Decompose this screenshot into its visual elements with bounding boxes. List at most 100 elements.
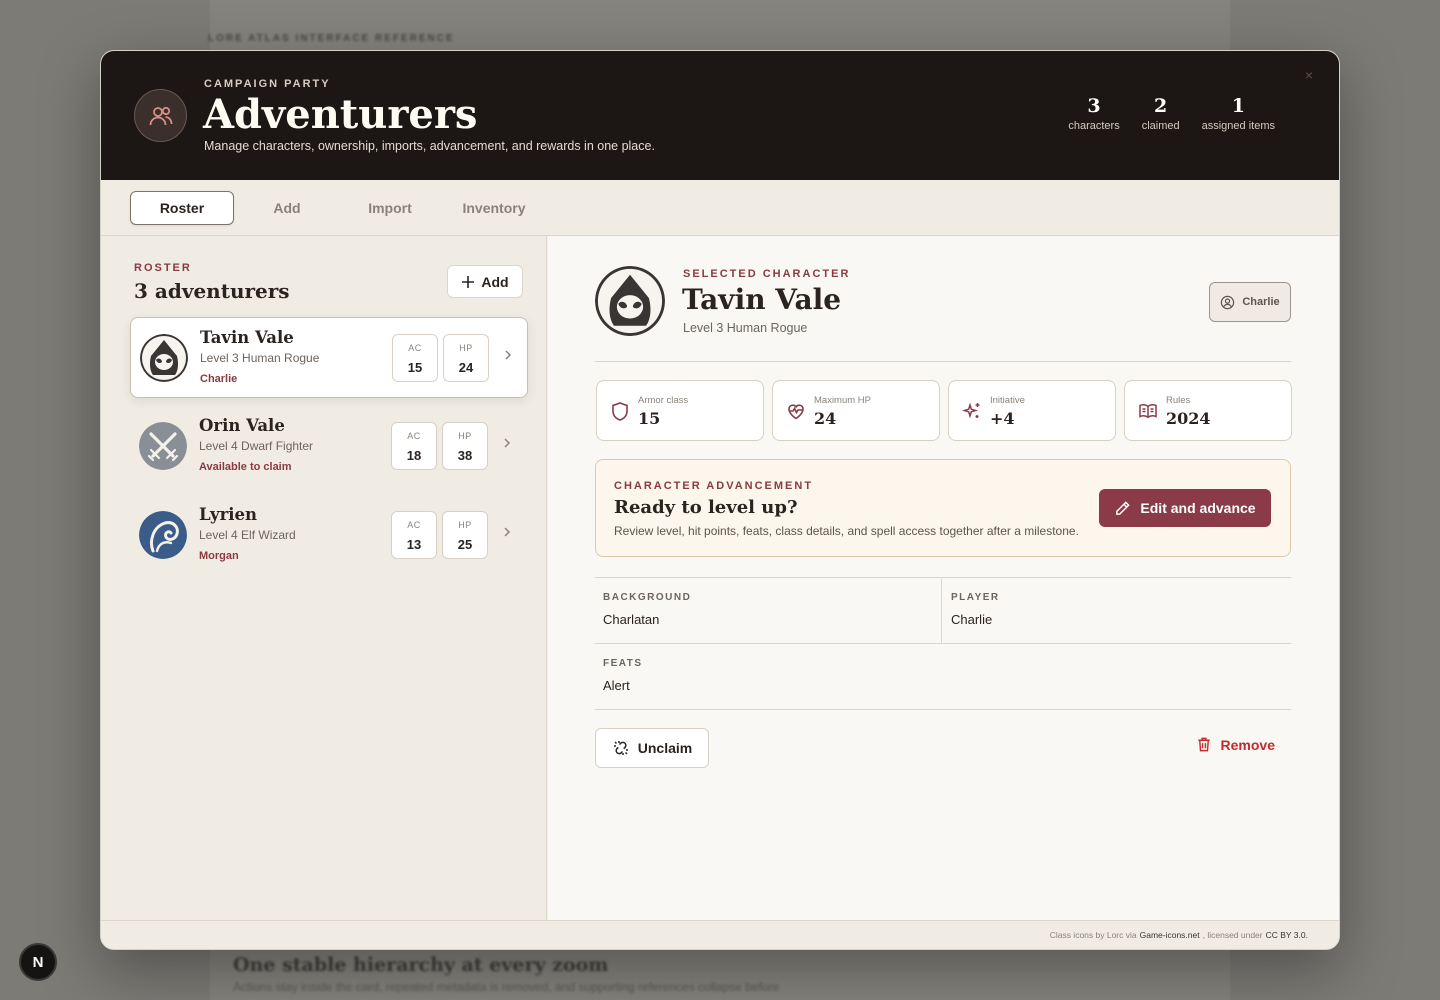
edit-and-advance-button[interactable]: Edit and advance (1099, 489, 1271, 527)
sparkles-icon (961, 402, 980, 419)
roster-row-lyrien[interactable]: Lyrien Level 4 Elf Wizard Morgan AC 13 H… (130, 495, 528, 576)
header-subtitle: Manage characters, ownership, imports, a… (204, 139, 655, 153)
character-owner: Charlie (200, 373, 238, 385)
broken-link-icon (613, 741, 628, 755)
mini-stat-value: 15 (407, 360, 423, 375)
mini-stat-label: AC (408, 343, 422, 353)
fields-middle-divider (595, 643, 1291, 644)
character-description: Level 3 Human Rogue (200, 351, 320, 365)
mini-stat-hp: HP 24 (443, 334, 489, 382)
selected-eyebrow: SELECTED CHARACTER (683, 268, 851, 280)
roster-row-orin-vale[interactable]: Orin Vale Level 4 Dwarf Fighter Availabl… (130, 406, 528, 487)
mini-stat-hp: HP 25 (442, 511, 488, 559)
hooded-rogue-icon (140, 334, 188, 382)
roster-pane: ROSTER 3 adventurers Add Tavin Vale Leve… (101, 236, 547, 920)
mini-stat-ac: AC 18 (391, 422, 437, 470)
footer-site-link[interactable]: Game-icons.net (1140, 930, 1200, 940)
mini-stat-value: 38 (457, 448, 473, 463)
book-icon (1139, 404, 1157, 419)
roster-count: 3 adventurers (134, 279, 290, 303)
field-value: Alert (603, 678, 630, 693)
tab-bar: Roster Add Import Inventory (101, 180, 1339, 236)
character-owner: Available to claim (199, 461, 292, 473)
party-icon (134, 89, 187, 142)
mini-stat-ac: AC 13 (391, 511, 437, 559)
hooded-rogue-icon (595, 266, 665, 336)
field-background: BACKGROUND Charlatan (595, 577, 942, 643)
advancement-description: Review level, hit points, feats, class d… (614, 524, 1079, 538)
stat-value: 2 (1154, 95, 1168, 117)
advancement-title: Ready to level up? (614, 497, 798, 518)
selected-character-name: Tavin Vale (682, 283, 842, 316)
close-icon[interactable]: × (1299, 65, 1319, 85)
crossed-swords-icon (139, 422, 187, 470)
stat-card-value: +4 (990, 409, 1015, 428)
stat-claimed: 2 claimed (1142, 95, 1180, 132)
tab-add[interactable]: Add (235, 191, 339, 225)
field-label: FEATS (603, 658, 643, 669)
mini-stat-label: AC (407, 431, 421, 441)
mini-stat-label: HP (459, 343, 473, 353)
shield-icon (612, 402, 628, 421)
footer-license-link[interactable]: CC BY 3.0. (1266, 930, 1308, 940)
mini-stat-label: AC (407, 520, 421, 530)
unclaim-button[interactable]: Unclaim (595, 728, 709, 768)
edit-and-advance-label: Edit and advance (1140, 500, 1256, 516)
field-feats: FEATS Alert (595, 643, 1292, 709)
character-description: Level 4 Elf Wizard (199, 528, 296, 542)
stat-card-armor-class: Armor class 15 (596, 380, 764, 441)
character-name: Lyrien (199, 505, 258, 524)
character-owner: Morgan (199, 550, 239, 562)
mini-stat-hp: HP 38 (442, 422, 488, 470)
stat-card-label: Armor class (638, 395, 689, 406)
mini-stat-value: 25 (457, 537, 473, 552)
stat-label: claimed (1141, 120, 1180, 132)
advancement-eyebrow: CHARACTER ADVANCEMENT (614, 480, 814, 492)
footer-prefix: Class icons by Lorc via (1049, 930, 1137, 940)
owner-chip-label: Charlie (1242, 296, 1280, 308)
user-circle-icon (1221, 295, 1235, 309)
selected-character-description: Level 3 Human Rogue (683, 321, 808, 335)
character-description: Level 4 Dwarf Fighter (199, 439, 314, 453)
add-button-label: Add (481, 273, 509, 290)
stat-label: assigned items (1201, 120, 1275, 132)
field-player: PLAYER Charlie (943, 577, 1292, 643)
plus-icon (462, 275, 475, 288)
remove-label: Remove (1220, 736, 1275, 753)
footer-middle: , licensed under (1202, 930, 1263, 940)
field-label: PLAYER (951, 592, 1000, 603)
roster-row-tavin-vale[interactable]: Tavin Vale Level 3 Human Rogue Charlie A… (130, 317, 528, 398)
remove-button[interactable]: Remove (1196, 736, 1275, 753)
header-divider (595, 361, 1291, 362)
stat-card-label: Initiative (990, 395, 1025, 406)
chevron-right-icon (505, 350, 512, 360)
pencil-icon (1116, 500, 1131, 515)
background-heading: One stable hierarchy at every zoom (233, 954, 609, 976)
attribution-footer: Class icons by Lorc via Game-icons.net ,… (101, 920, 1339, 949)
stat-label: characters (1068, 120, 1120, 132)
mini-stat-value: 13 (406, 537, 422, 552)
field-value: Charlie (951, 612, 993, 627)
mini-stat-value: 18 (406, 448, 422, 463)
arcane-swirl-icon (139, 511, 187, 559)
chevron-right-icon (504, 438, 511, 448)
adventurers-modal: CAMPAIGN PARTY Adventurers Manage charac… (100, 50, 1340, 950)
tab-inventory[interactable]: Inventory (442, 191, 546, 225)
character-detail-pane: SELECTED CHARACTER Tavin Vale Level 3 Hu… (548, 236, 1339, 920)
add-character-button[interactable]: Add (447, 265, 523, 298)
next-devtools-badge[interactable]: N (19, 943, 57, 981)
advancement-card: CHARACTER ADVANCEMENT Ready to level up?… (595, 459, 1291, 557)
trash-icon (1197, 737, 1210, 752)
tab-roster[interactable]: Roster (130, 191, 234, 225)
tab-import[interactable]: Import (338, 191, 442, 225)
field-value: Charlatan (603, 612, 660, 627)
page-title: Adventurers (203, 91, 478, 138)
mini-stat-label: HP (458, 520, 472, 530)
owner-chip[interactable]: Charlie (1209, 282, 1291, 322)
modal-header: CAMPAIGN PARTY Adventurers Manage charac… (101, 51, 1339, 180)
stat-card-rules: Rules 2024 (1124, 380, 1292, 441)
stat-characters: 3 characters (1068, 95, 1119, 132)
stat-card-value: 2024 (1166, 409, 1211, 428)
stat-card-label: Rules (1166, 395, 1191, 406)
chevron-right-icon (504, 527, 511, 537)
